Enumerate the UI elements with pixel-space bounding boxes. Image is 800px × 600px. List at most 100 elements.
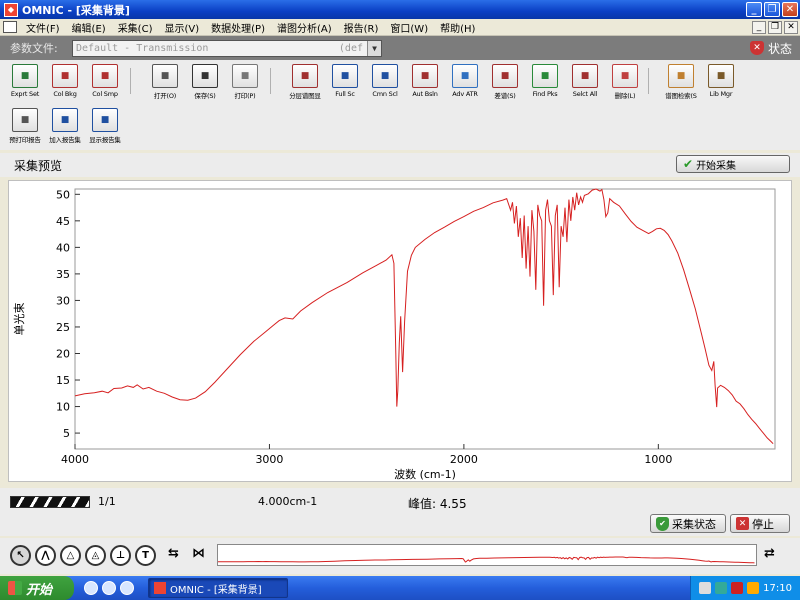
toolbar-button-label: Exprt Set <box>10 90 40 98</box>
toolbar-button-label: Adv ATR <box>452 90 478 98</box>
spectrum-chart[interactable]: 5 10 15 20 25 30 35 40 45 50 4000 3000 2000 1000 波数 (c… <box>8 180 792 482</box>
toolbar-button-print-preview-report[interactable]: ■ 预打印报告 <box>4 108 46 148</box>
overview-series-line <box>217 556 755 564</box>
toolbar-button-export-settings[interactable]: ■ Exprt Set <box>4 64 46 104</box>
windows-flag-icon <box>8 581 22 595</box>
toolbar-button-label: 保存(S) <box>194 92 216 100</box>
export-settings-icon: ■ <box>12 64 38 88</box>
toolbar-button-collect-sample[interactable]: ■ Col Smp <box>84 64 126 104</box>
title-bar: ◆ OMNIC - [采集背景] _ ❐ ✕ <box>0 0 800 19</box>
menu-analyze[interactable]: 谱图分析(A) <box>271 20 338 35</box>
toolbar-button-label: 分层谱图显 <box>289 92 321 100</box>
volume-icon[interactable] <box>715 582 728 594</box>
menu-bar: 文件(F) 编辑(E) 采集(C) 显示(V) 数据处理(P) 谱图分析(A) … <box>0 19 800 36</box>
y-tick-label: 30 <box>56 294 70 307</box>
auto-baseline-icon: ■ <box>412 64 438 88</box>
start-menu-button[interactable]: 开始 <box>0 576 74 600</box>
scan-count: 1/1 <box>98 495 116 508</box>
y-tick-label: 10 <box>56 401 70 414</box>
toolbar-button-auto-baseline[interactable]: ■ Aut Bsln <box>404 64 446 104</box>
menu-process[interactable]: 数据处理(P) <box>205 20 271 35</box>
menu-view[interactable]: 显示(V) <box>158 20 205 35</box>
taskbar-item-omnic[interactable]: OMNIC - [采集背景] <box>148 578 288 598</box>
y-tick-label: 40 <box>56 241 70 254</box>
parameter-file-value: Default - Transmission <box>76 42 209 54</box>
stop-button[interactable]: ✕ 停止 <box>730 514 790 533</box>
annotation-tool-icon[interactable]: T <box>135 545 156 566</box>
toolbar-button-print[interactable]: ■ 打印(P) <box>224 64 266 104</box>
menu-edit[interactable]: 编辑(E) <box>66 20 112 35</box>
desktop-icon[interactable] <box>120 581 134 595</box>
show-report-icon: ■ <box>92 108 118 132</box>
mdi-close-button[interactable]: ✕ <box>784 20 798 34</box>
mdi-restore-button[interactable]: ❐ <box>768 20 782 34</box>
spectrum-overview-pane[interactable] <box>217 544 757 566</box>
toolbar-button-label: Full Sc <box>335 90 355 98</box>
toolbar-button-collect-background[interactable]: ■ Col Bkg <box>44 64 86 104</box>
spectral-search-icon: ■ <box>668 64 694 88</box>
peak-area-tool-icon[interactable]: ◬ <box>85 545 106 566</box>
status-button[interactable]: ✕ 状态 <box>749 40 792 57</box>
menu-collect[interactable]: 采集(C) <box>112 20 159 35</box>
toolbar: ■ Exprt Set ■ Col Bkg ■ Col Smp ■ 打开(O) ■ 保存(S) ■ 打… <box>0 60 800 150</box>
toolbar-button-label: Col Bkg <box>53 90 77 98</box>
media-icon[interactable] <box>102 581 116 595</box>
toolbar-button-show-report[interactable]: ■ 显示报告集 <box>84 108 126 148</box>
baseline-tool-icon[interactable]: ⊥ <box>110 545 131 566</box>
stack-spectra-icon: ■ <box>292 64 318 88</box>
toolbar-button-add-to-report[interactable]: ■ 加入报告集 <box>44 108 86 148</box>
toolbar-button-spectral-search[interactable]: ■ 谱图检索(S <box>660 64 702 104</box>
menu-window[interactable]: 窗口(W) <box>384 20 434 35</box>
toolbar-button-common-scale[interactable]: ■ Cmn Scl <box>364 64 406 104</box>
chevron-down-icon[interactable]: ▼ <box>367 40 381 56</box>
toolbar-button-label: Col Smp <box>92 90 118 98</box>
status-label: 状态 <box>767 41 792 56</box>
maximize-button[interactable]: ❐ <box>764 2 780 17</box>
zoom-region-icon[interactable]: ⋈ <box>192 546 205 561</box>
document-icon[interactable] <box>3 21 17 33</box>
plot-area <box>74 188 776 450</box>
region-tool-icon[interactable]: ⋀ <box>35 545 56 566</box>
menu-file[interactable]: 文件(F) <box>20 20 66 35</box>
mdi-minimize-button[interactable]: _ <box>752 20 766 34</box>
acquire-row: ✔ 采集状态 ✕ 停止 <box>0 512 800 536</box>
selection-tool-icon[interactable]: ↖ <box>10 545 31 566</box>
toolbar-button-library-manager[interactable]: ■ Lib Mgr <box>700 64 742 104</box>
security-icon[interactable] <box>747 582 760 594</box>
minimize-button[interactable]: _ <box>746 2 762 17</box>
find-peaks-icon: ■ <box>532 64 558 88</box>
toolbar-button-label: Lib Mgr <box>709 90 733 98</box>
toolbar-button-open[interactable]: ■ 打开(O) <box>144 64 186 104</box>
y-axis-label: 单光束 <box>12 303 26 336</box>
parameter-bar: 参数文件: Default - Transmission (def ▼ ✕ 状态 <box>0 36 800 60</box>
expand-horizontal-icon[interactable]: ⇆ <box>168 546 179 561</box>
toolbar-button-label: Find Pks <box>532 90 558 98</box>
ati-icon[interactable] <box>731 582 744 594</box>
x-tick-label: 1000 <box>644 453 672 466</box>
ie-icon[interactable] <box>84 581 98 595</box>
window-title: OMNIC - [采集背景] <box>22 3 130 17</box>
peak-height-tool-icon[interactable]: △ <box>60 545 81 566</box>
close-button[interactable]: ✕ <box>782 2 798 17</box>
network-icon[interactable] <box>699 582 712 594</box>
start-collection-button[interactable]: ✔ 开始采集 <box>676 155 790 173</box>
add-to-report-icon: ■ <box>52 108 78 132</box>
toolbar-button-select-all[interactable]: ■ Selct All <box>564 64 606 104</box>
acquire-status-button[interactable]: ✔ 采集状态 <box>650 514 726 533</box>
toolbar-button-subtract[interactable]: ■ 差谱(S) <box>484 64 526 104</box>
parameter-file-suffix: (def <box>338 42 363 54</box>
parameter-file-select[interactable]: Default - Transmission (def ▼ <box>72 39 382 57</box>
toolbar-button-delete[interactable]: ■ 删除(L) <box>604 64 646 104</box>
shield-icon: ✕ <box>749 41 764 55</box>
x-tick-label: 4000 <box>61 453 89 466</box>
toolbar-button-full-scale[interactable]: ■ Full Sc <box>324 64 366 104</box>
menu-report[interactable]: 报告(R) <box>338 20 385 35</box>
toolbar-button-advanced-atr[interactable]: ■ Adv ATR <box>444 64 486 104</box>
toolbar-button-save[interactable]: ■ 保存(S) <box>184 64 226 104</box>
print-preview-report-icon: ■ <box>12 108 38 132</box>
scroll-arrows-icon[interactable]: ⇄ <box>764 546 775 561</box>
toolbar-button-stack-spectra[interactable]: ■ 分层谱图显 <box>284 64 326 104</box>
toolbar-button-find-peaks[interactable]: ■ Find Pks <box>524 64 566 104</box>
subtract-icon: ■ <box>492 64 518 88</box>
menu-help[interactable]: 帮助(H) <box>434 20 481 35</box>
